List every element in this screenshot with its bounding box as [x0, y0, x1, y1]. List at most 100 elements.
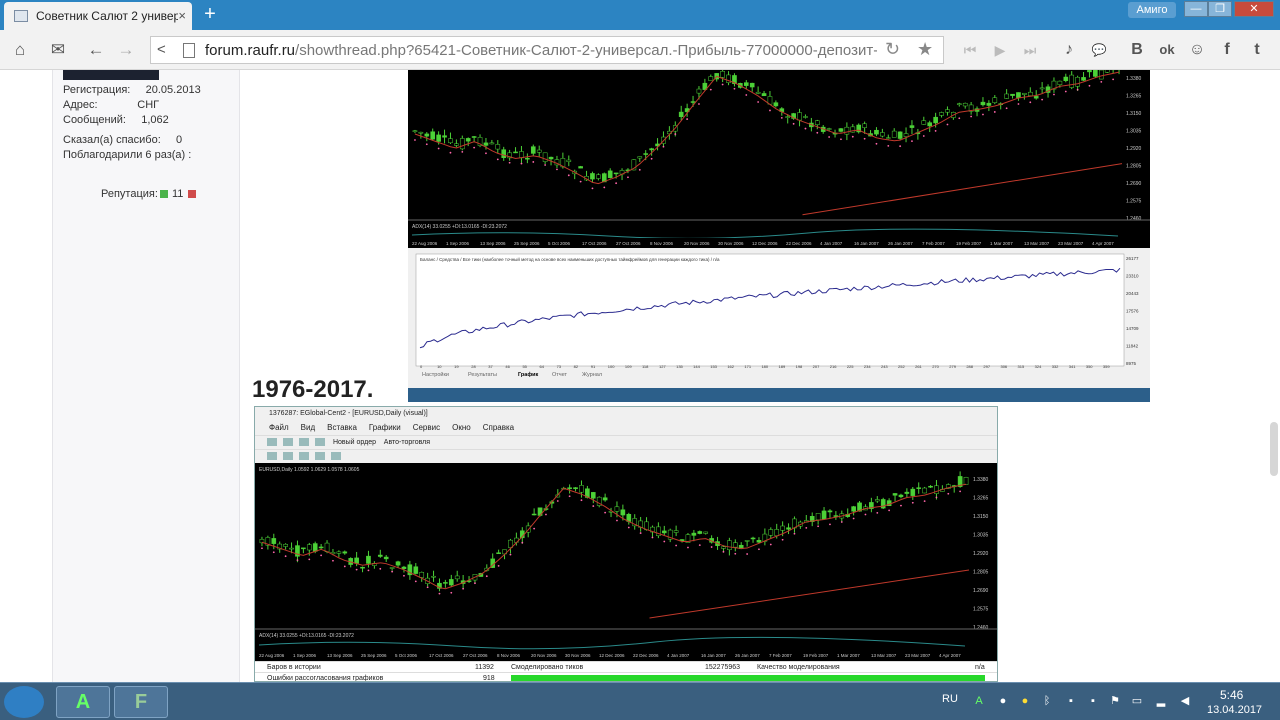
candle — [897, 131, 903, 139]
candle — [377, 554, 383, 557]
candle — [306, 544, 312, 551]
tray-icon[interactable]: ● — [996, 694, 1010, 708]
volume-icon[interactable]: ◀ — [1178, 694, 1192, 708]
candle — [413, 566, 419, 574]
avatar[interactable] — [63, 70, 159, 80]
chart1-date-tick: 22 Dec 2006 — [786, 241, 812, 246]
bookmark-star-icon[interactable]: ★ — [917, 39, 933, 60]
address-row: Адрес: СНГ — [63, 99, 159, 111]
chat-icon[interactable]: 💬 — [1086, 38, 1112, 62]
toolbar-icon — [331, 452, 341, 461]
terminal-title-bar: 1376287: EGlobal-Cent2 - [EURUSD,Daily (… — [255, 407, 997, 421]
bluetooth-icon[interactable]: ᛒ — [1040, 694, 1054, 708]
media-prev-icon[interactable]: ⏮ — [958, 38, 982, 62]
parabolic-sar-dot — [829, 523, 831, 526]
candle — [756, 540, 762, 543]
clock-time[interactable]: 5:46 — [1220, 688, 1243, 702]
candle — [844, 126, 850, 135]
flag-icon[interactable]: ⚑ — [1108, 694, 1122, 708]
reputation-plus-icon[interactable] — [160, 190, 168, 198]
messages-value: 1,062 — [141, 114, 169, 126]
candle — [525, 157, 530, 160]
candle — [613, 172, 619, 175]
profile-button[interactable]: Амиго — [1128, 2, 1176, 18]
candle — [643, 153, 649, 155]
start-button[interactable] — [4, 686, 44, 718]
parabolic-sar-dot — [1029, 101, 1032, 104]
parabolic-sar-dot — [828, 136, 831, 138]
candle — [283, 543, 288, 547]
forward-button[interactable]: → — [114, 38, 138, 62]
parabolic-sar-dot — [817, 525, 820, 528]
balance-y-tick: 14709 — [1126, 326, 1139, 331]
media-play-icon[interactable]: ▶ — [988, 38, 1012, 62]
parabolic-sar-dot — [982, 113, 984, 116]
amigo-tray-icon[interactable]: A — [972, 694, 986, 708]
network-icon[interactable]: ▂ — [1154, 694, 1168, 708]
candle — [945, 109, 950, 113]
close-tab-icon[interactable]: × — [178, 8, 186, 23]
odnoklassniki-icon[interactable]: ok — [1154, 38, 1180, 62]
chart1-price-tick: 1.3265 — [1126, 94, 1142, 100]
candle — [743, 82, 749, 86]
terminal-price-tick: 1.2460 — [973, 625, 989, 631]
parabolic-sar-dot — [1088, 84, 1091, 87]
parabolic-sar-dot — [698, 544, 701, 547]
back-button[interactable]: ← — [84, 38, 108, 62]
friends-icon[interactable]: ☺ — [1184, 38, 1210, 62]
parabolic-sar-dot — [650, 157, 653, 160]
language-indicator[interactable]: RU — [942, 693, 958, 705]
restore-button[interactable]: ❐ — [1208, 1, 1232, 17]
music-icon[interactable]: ♪ — [1056, 38, 1082, 62]
chart1-date-tick: 19 Feb 2007 — [956, 241, 982, 246]
address-bar[interactable]: < forum.raufr.ru/showthread.php?65421-Со… — [150, 36, 944, 64]
tray-icon[interactable]: ● — [1018, 694, 1032, 708]
vk-icon[interactable]: B — [1124, 38, 1150, 62]
balance-x-tick: 306 — [1000, 364, 1007, 369]
minimize-button[interactable]: — — [1184, 1, 1208, 17]
home-icon[interactable]: ⌂ — [8, 38, 32, 62]
candle — [1010, 93, 1015, 96]
share-icon[interactable]: < — [157, 41, 166, 58]
candle — [727, 540, 732, 551]
facebook-icon[interactable]: f — [1214, 38, 1240, 62]
parabolic-sar-dot — [793, 532, 796, 535]
balance-x-tick: 288 — [966, 364, 973, 369]
candle — [874, 129, 879, 135]
page-scrollbar[interactable] — [1270, 422, 1278, 476]
parabolic-sar-dot — [769, 109, 771, 112]
amigo-app-icon[interactable]: A — [56, 686, 110, 718]
parabolic-sar-dot — [403, 574, 405, 577]
terminal-date-tick: 7 Feb 2007 — [769, 653, 792, 658]
parabolic-sar-dot — [533, 527, 536, 530]
candle — [903, 133, 909, 137]
twitter-icon[interactable]: t — [1244, 38, 1270, 62]
tray-icon[interactable]: ▪ — [1064, 694, 1078, 708]
url-text[interactable]: forum.raufr.ru/showthread.php?65421-Сове… — [205, 42, 877, 59]
embedded-taskbar — [408, 388, 1150, 402]
mail-icon[interactable]: ✉ — [46, 38, 70, 62]
balance-y-tick: 11842 — [1126, 344, 1139, 349]
candle — [602, 497, 608, 501]
candle — [1104, 70, 1110, 73]
candle — [673, 530, 679, 533]
new-tab-button[interactable]: + — [198, 3, 222, 25]
chart1-price-tick: 1.3380 — [1126, 76, 1142, 82]
monitor-icon[interactable]: ▭ — [1130, 694, 1144, 708]
clock-date[interactable]: 13.04.2017 — [1207, 704, 1262, 716]
parabolic-sar-dot — [675, 544, 678, 547]
reload-icon[interactable]: ↻ — [885, 39, 900, 60]
media-next-icon[interactable]: ⏭ — [1018, 38, 1042, 62]
browser-tab[interactable]: Советник Салют 2 универсал. × — [4, 2, 192, 30]
candle — [318, 546, 324, 549]
candle — [590, 492, 596, 499]
tray-icon[interactable]: ▪ — [1086, 694, 1100, 708]
page-icon — [183, 43, 195, 58]
close-window-button[interactable]: ✕ — [1234, 1, 1274, 17]
candle — [442, 135, 447, 138]
candle — [992, 97, 998, 103]
parabolic-sar-dot — [580, 499, 583, 502]
reputation-minus-icon[interactable] — [188, 190, 196, 198]
terminal-app-icon[interactable]: F — [114, 686, 168, 718]
parabolic-sar-dot — [545, 513, 547, 516]
